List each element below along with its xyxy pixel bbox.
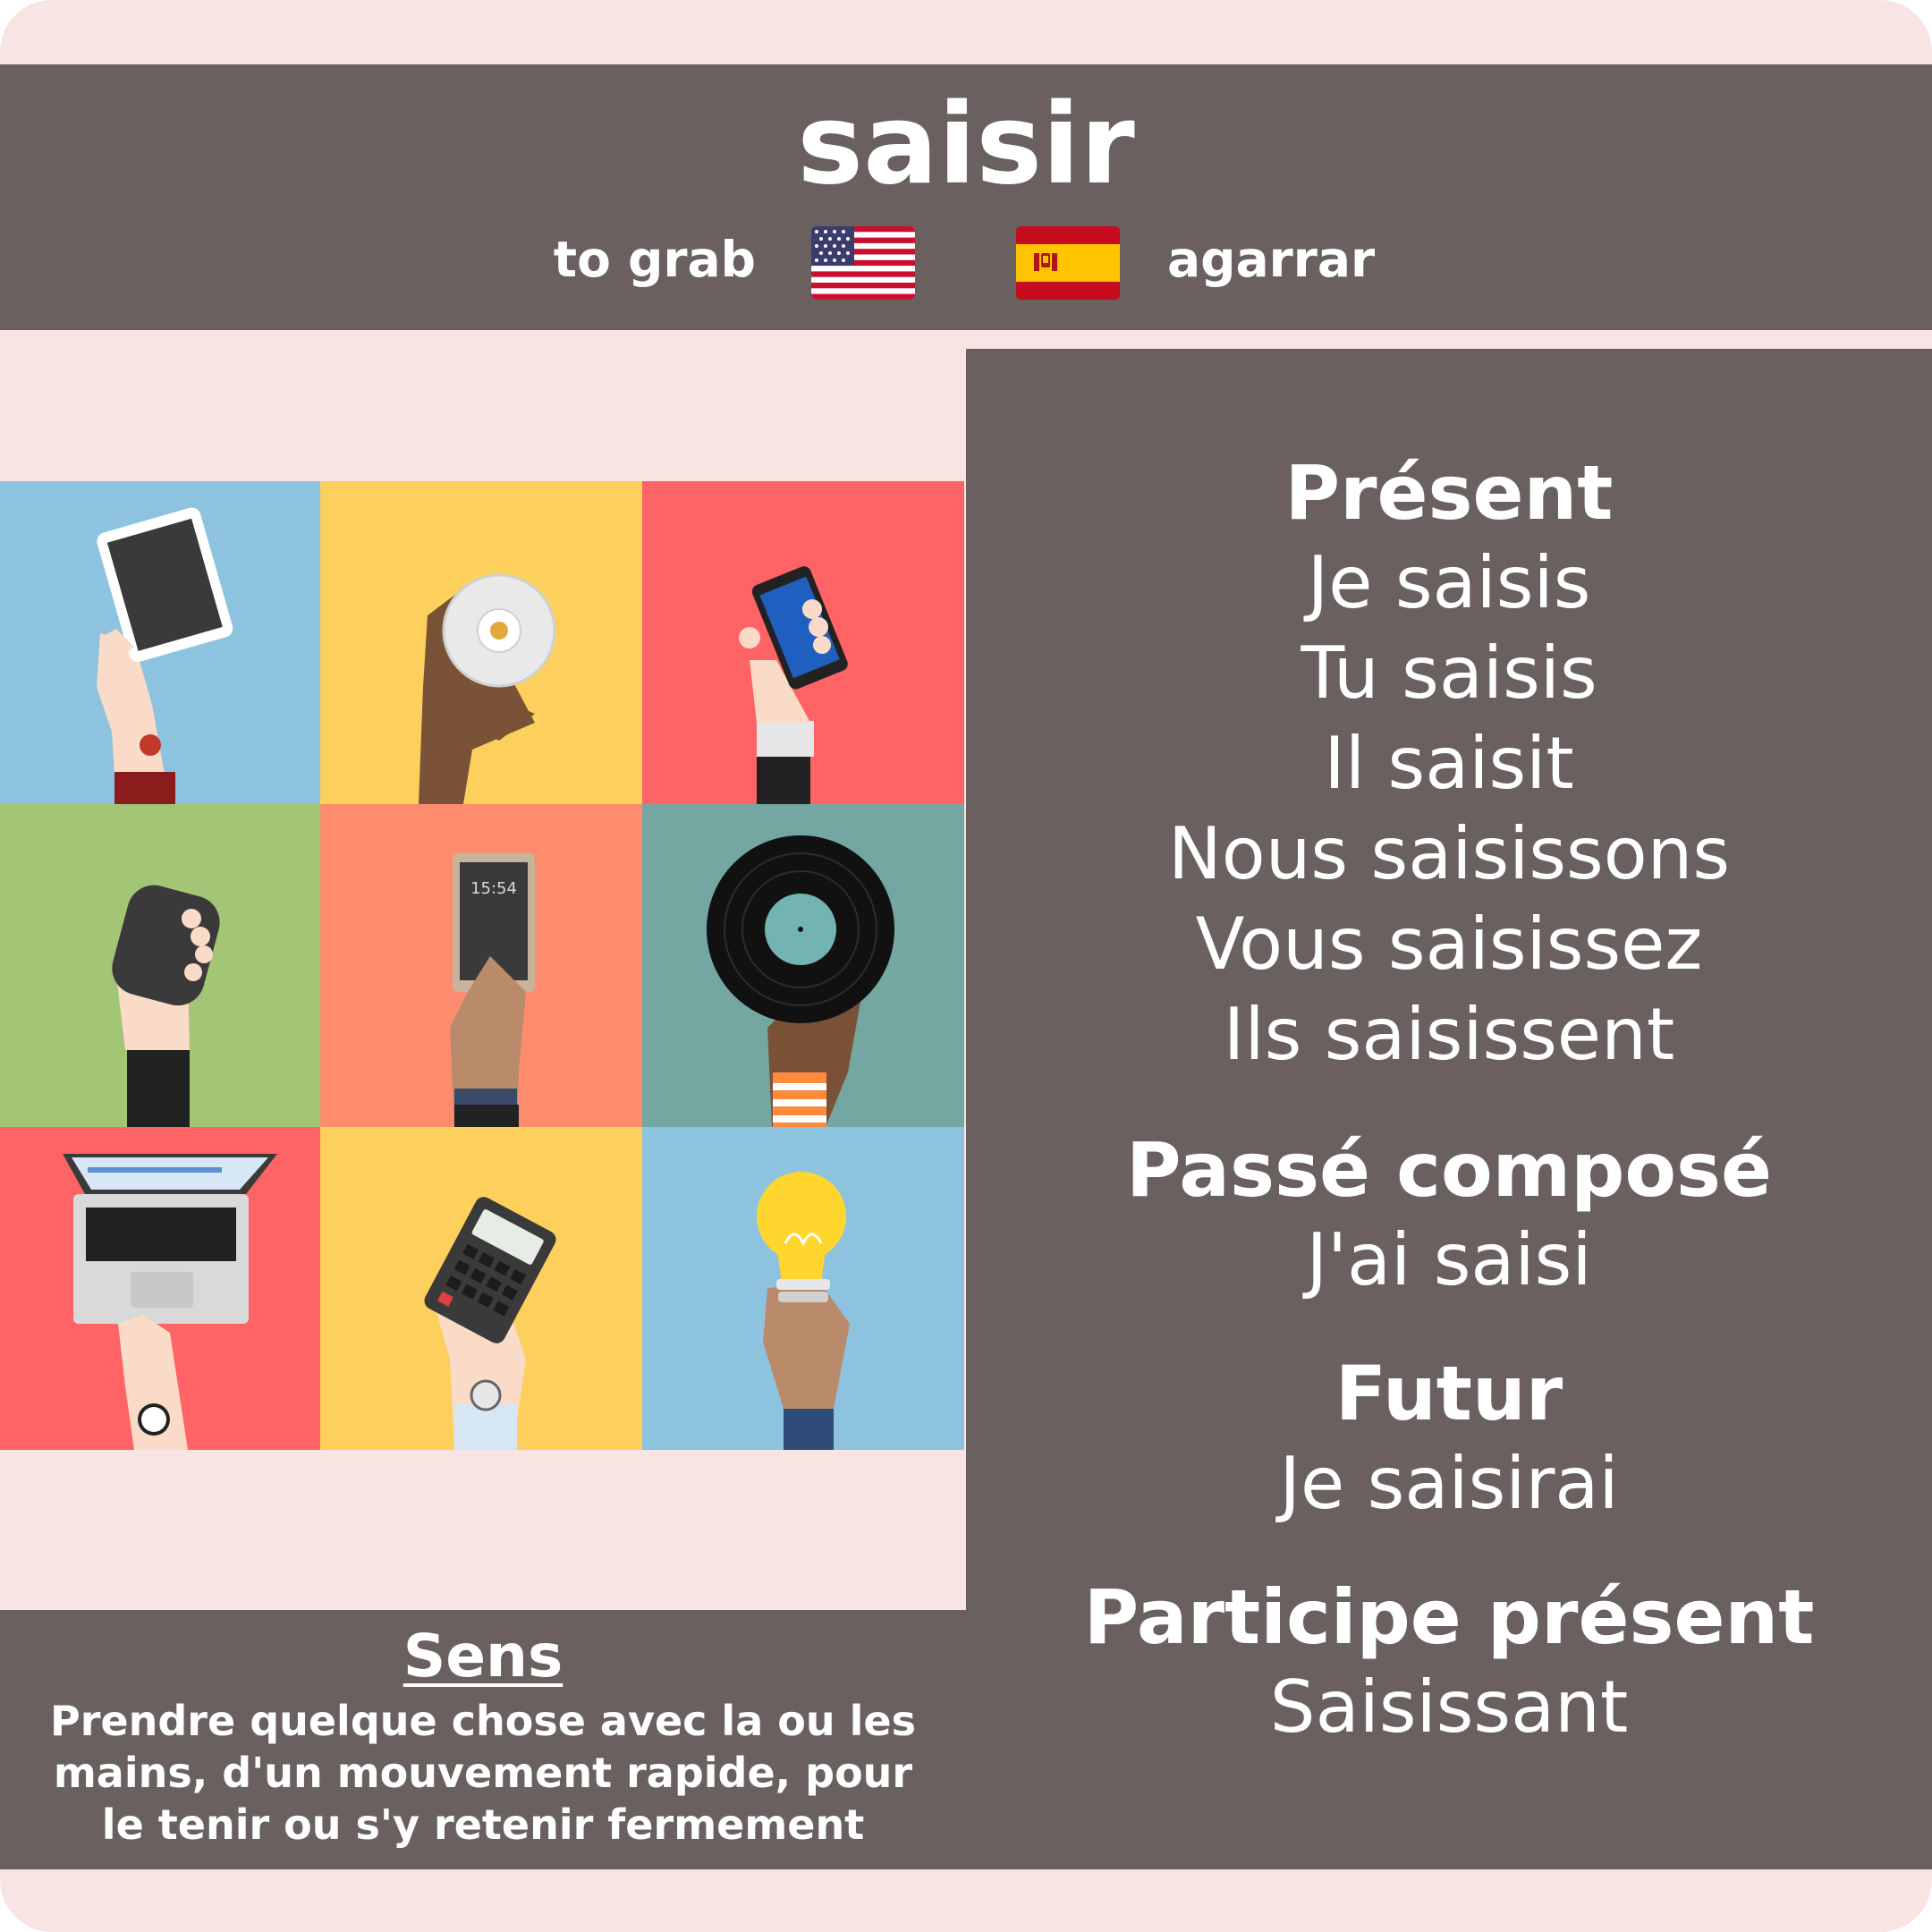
english-translation: to grab: [553, 231, 756, 288]
spain-flag-icon: [1016, 226, 1120, 300]
passe-compose-heading: Passé composé: [1125, 1126, 1773, 1214]
tablet-hand-icon: [0, 481, 322, 804]
laptop-hand-icon: [0, 1127, 322, 1450]
meaning-line: le tenir ou s'y retenir fermement: [101, 1801, 865, 1849]
meaning-line: Prendre quelque chose avec la ou les: [50, 1697, 916, 1745]
us-flag-icon: [811, 226, 915, 300]
verb-card: saisir to grab agarrar 15:54 Présent Je …: [0, 0, 1932, 1932]
participe-present-heading: Participe présent: [1083, 1573, 1815, 1661]
spanish-translation: agarrar: [1167, 231, 1376, 288]
phone-clock-hand-icon: 15:54: [320, 804, 642, 1127]
illustration-grid: 15:54: [0, 481, 966, 1450]
futur-heading: Futur: [1335, 1350, 1563, 1437]
passe-compose-form: J'ai saisi: [1306, 1218, 1592, 1301]
smartphone-back-hand-icon: [0, 804, 322, 1127]
phone-clock-text: 15:54: [470, 879, 517, 898]
passe-compose-section: Passé composé J'ai saisi: [966, 1125, 1932, 1305]
verb-title: saisir: [797, 80, 1135, 209]
participe-present-section: Participe présent Saisissant: [966, 1572, 1932, 1752]
futur-section: Futur Je saisirai: [966, 1349, 1932, 1529]
present-section: Présent Je saisis Tu saisis Il saisit No…: [966, 448, 1932, 1080]
smartphone-hand-icon: [642, 481, 964, 804]
meaning-line: mains, d'un mouvement rapide, pour: [53, 1749, 913, 1797]
calculator-hand-icon: [320, 1127, 642, 1450]
meaning-title: Sens: [402, 1622, 564, 1690]
present-form-vous: Vous saisissez: [1195, 902, 1703, 986]
vinyl-record-hand-icon: [642, 804, 964, 1127]
present-form-nous: Nous saisissons: [1167, 812, 1731, 895]
meaning-text: Prendre quelque chose avec la ou les mai…: [0, 1695, 966, 1851]
futur-form: Je saisirai: [1279, 1442, 1619, 1525]
present-form-il: Il saisit: [1324, 722, 1574, 805]
present-heading: Présent: [1284, 449, 1614, 537]
present-form-tu: Tu saisis: [1301, 631, 1597, 715]
present-form-ils: Ils saisissent: [1223, 993, 1675, 1076]
present-form-je: Je saisis: [1307, 541, 1591, 624]
participe-present-form: Saisissant: [1269, 1665, 1629, 1749]
cd-hand-icon: [320, 481, 642, 804]
lightbulb-hand-icon: [642, 1127, 964, 1450]
